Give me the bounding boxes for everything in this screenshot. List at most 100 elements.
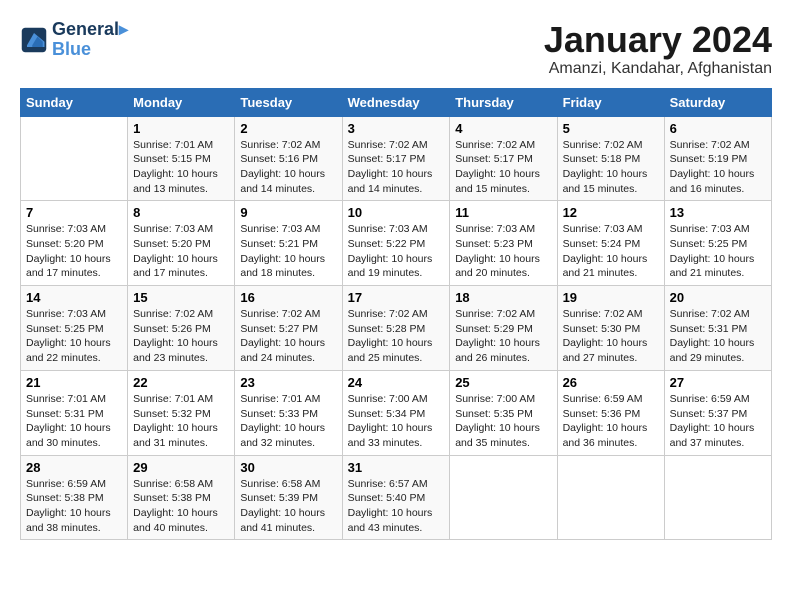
calendar-cell: 21Sunrise: 7:01 AM Sunset: 5:31 PM Dayli…: [21, 370, 128, 455]
day-info: Sunrise: 7:02 AM Sunset: 5:31 PM Dayligh…: [670, 307, 766, 366]
day-info: Sunrise: 7:02 AM Sunset: 5:29 PM Dayligh…: [455, 307, 551, 366]
calendar-cell: 17Sunrise: 7:02 AM Sunset: 5:28 PM Dayli…: [342, 286, 450, 371]
day-info: Sunrise: 7:03 AM Sunset: 5:24 PM Dayligh…: [563, 222, 659, 281]
week-row-5: 28 Sunrise: 6:59 AM Sunset: 5:38 PM Dayli…: [21, 455, 772, 540]
header-wednesday: Wednesday: [342, 88, 450, 116]
day-info: Sunrise: 7:03 AM Sunset: 5:22 PM Dayligh…: [348, 222, 445, 281]
day-number: 23: [240, 375, 336, 390]
day-info: Sunrise: 7:02 AM Sunset: 5:30 PM Dayligh…: [563, 307, 659, 366]
calendar-cell: 3Sunrise: 7:02 AM Sunset: 5:17 PM Daylig…: [342, 116, 450, 201]
calendar-cell: 29 Sunrise: 6:58 AM Sunset: 5:38 PM Dayli…: [128, 455, 235, 540]
day-info: Sunrise: 7:02 AM Sunset: 5:26 PM Dayligh…: [133, 307, 229, 366]
calendar-cell: 10 Sunrise: 7:03 AM Sunset: 5:22 PM Dayli…: [342, 201, 450, 286]
day-number: 19: [563, 290, 659, 305]
day-number: 14: [26, 290, 122, 305]
day-number: 12: [563, 205, 659, 220]
calendar-cell: [21, 116, 128, 201]
calendar-cell: 8Sunrise: 7:03 AM Sunset: 5:20 PM Daylig…: [128, 201, 235, 286]
calendar-cell: 31Sunrise: 6:57 AM Sunset: 5:40 PM Dayli…: [342, 455, 450, 540]
day-info: Sunrise: 6:59 AM Sunset: 5:36 PM Dayligh…: [563, 392, 659, 451]
header-sunday: Sunday: [21, 88, 128, 116]
calendar-cell: 22 Sunrise: 7:01 AM Sunset: 5:32 PM Dayli…: [128, 370, 235, 455]
day-info: Sunrise: 7:03 AM Sunset: 5:25 PM Dayligh…: [670, 222, 766, 281]
day-number: 8: [133, 205, 229, 220]
day-number: 18: [455, 290, 551, 305]
day-info: Sunrise: 7:02 AM Sunset: 5:17 PM Dayligh…: [455, 138, 551, 197]
day-info: Sunrise: 7:00 AM Sunset: 5:34 PM Dayligh…: [348, 392, 445, 451]
logo: General▸ Blue: [20, 20, 128, 60]
day-number: 5: [563, 121, 659, 136]
day-info: Sunrise: 7:03 AM Sunset: 5:23 PM Dayligh…: [455, 222, 551, 281]
logo-text: General▸ Blue: [52, 20, 128, 60]
calendar-cell: 30 Sunrise: 6:58 AM Sunset: 5:39 PM Dayli…: [235, 455, 342, 540]
day-number: 24: [348, 375, 445, 390]
day-info: Sunrise: 7:01 AM Sunset: 5:33 PM Dayligh…: [240, 392, 336, 451]
day-number: 16: [240, 290, 336, 305]
day-number: 11: [455, 205, 551, 220]
day-number: 4: [455, 121, 551, 136]
day-number: 15: [133, 290, 229, 305]
calendar-cell: 26 Sunrise: 6:59 AM Sunset: 5:36 PM Dayli…: [557, 370, 664, 455]
day-info: Sunrise: 7:03 AM Sunset: 5:20 PM Dayligh…: [26, 222, 122, 281]
day-info: Sunrise: 6:59 AM Sunset: 5:37 PM Dayligh…: [670, 392, 766, 451]
day-info: Sunrise: 6:58 AM Sunset: 5:38 PM Dayligh…: [133, 477, 229, 536]
day-number: 2: [240, 121, 336, 136]
day-number: 20: [670, 290, 766, 305]
day-info: Sunrise: 6:59 AM Sunset: 5:38 PM Dayligh…: [26, 477, 122, 536]
week-row-2: 7 Sunrise: 7:03 AM Sunset: 5:20 PM Daylig…: [21, 201, 772, 286]
day-number: 26: [563, 375, 659, 390]
day-info: Sunrise: 7:02 AM Sunset: 5:27 PM Dayligh…: [240, 307, 336, 366]
day-info: Sunrise: 7:02 AM Sunset: 5:19 PM Dayligh…: [670, 138, 766, 197]
day-number: 17: [348, 290, 445, 305]
page-header: General▸ Blue January 2024 Amanzi, Kanda…: [20, 20, 772, 78]
day-number: 25: [455, 375, 551, 390]
day-number: 6: [670, 121, 766, 136]
calendar-cell: 12 Sunrise: 7:03 AM Sunset: 5:24 PM Dayli…: [557, 201, 664, 286]
calendar-cell: [557, 455, 664, 540]
logo-icon: [20, 26, 48, 54]
calendar-cell: 20 Sunrise: 7:02 AM Sunset: 5:31 PM Dayli…: [664, 286, 771, 371]
calendar-cell: 23 Sunrise: 7:01 AM Sunset: 5:33 PM Dayli…: [235, 370, 342, 455]
day-number: 13: [670, 205, 766, 220]
day-number: 9: [240, 205, 336, 220]
day-info: Sunrise: 7:03 AM Sunset: 5:21 PM Dayligh…: [240, 222, 336, 281]
calendar-cell: 6 Sunrise: 7:02 AM Sunset: 5:19 PM Daylig…: [664, 116, 771, 201]
day-number: 29: [133, 460, 229, 475]
calendar-cell: 19 Sunrise: 7:02 AM Sunset: 5:30 PM Dayli…: [557, 286, 664, 371]
day-number: 1: [133, 121, 229, 136]
calendar-cell: 9 Sunrise: 7:03 AM Sunset: 5:21 PM Daylig…: [235, 201, 342, 286]
calendar-cell: 14 Sunrise: 7:03 AM Sunset: 5:25 PM Dayli…: [21, 286, 128, 371]
day-info: Sunrise: 6:58 AM Sunset: 5:39 PM Dayligh…: [240, 477, 336, 536]
calendar-subtitle: Amanzi, Kandahar, Afghanistan: [544, 60, 772, 78]
calendar-title: January 2024: [544, 20, 772, 60]
calendar-cell: 16 Sunrise: 7:02 AM Sunset: 5:27 PM Dayli…: [235, 286, 342, 371]
title-block: January 2024 Amanzi, Kandahar, Afghanist…: [544, 20, 772, 78]
day-info: Sunrise: 7:02 AM Sunset: 5:18 PM Dayligh…: [563, 138, 659, 197]
header-thursday: Thursday: [450, 88, 557, 116]
header-monday: Monday: [128, 88, 235, 116]
day-number: 10: [348, 205, 445, 220]
day-number: 31: [348, 460, 445, 475]
calendar-cell: 24 Sunrise: 7:00 AM Sunset: 5:34 PM Dayli…: [342, 370, 450, 455]
day-number: 22: [133, 375, 229, 390]
calendar-cell: 25Sunrise: 7:00 AM Sunset: 5:35 PM Dayli…: [450, 370, 557, 455]
header-saturday: Saturday: [664, 88, 771, 116]
day-info: Sunrise: 7:01 AM Sunset: 5:32 PM Dayligh…: [133, 392, 229, 451]
calendar-cell: [450, 455, 557, 540]
calendar-cell: 5 Sunrise: 7:02 AM Sunset: 5:18 PM Daylig…: [557, 116, 664, 201]
calendar-cell: 4 Sunrise: 7:02 AM Sunset: 5:17 PM Daylig…: [450, 116, 557, 201]
calendar-cell: 7 Sunrise: 7:03 AM Sunset: 5:20 PM Daylig…: [21, 201, 128, 286]
calendar-cell: 18 Sunrise: 7:02 AM Sunset: 5:29 PM Dayli…: [450, 286, 557, 371]
calendar-cell: 11 Sunrise: 7:03 AM Sunset: 5:23 PM Dayli…: [450, 201, 557, 286]
day-number: 27: [670, 375, 766, 390]
day-info: Sunrise: 7:03 AM Sunset: 5:25 PM Dayligh…: [26, 307, 122, 366]
day-number: 3: [348, 121, 445, 136]
week-row-3: 14 Sunrise: 7:03 AM Sunset: 5:25 PM Dayli…: [21, 286, 772, 371]
day-number: 28: [26, 460, 122, 475]
calendar-cell: 2Sunrise: 7:02 AM Sunset: 5:16 PM Daylig…: [235, 116, 342, 201]
calendar-cell: 28 Sunrise: 6:59 AM Sunset: 5:38 PM Dayli…: [21, 455, 128, 540]
day-number: 30: [240, 460, 336, 475]
header-friday: Friday: [557, 88, 664, 116]
day-number: 7: [26, 205, 122, 220]
calendar-cell: 15 Sunrise: 7:02 AM Sunset: 5:26 PM Dayli…: [128, 286, 235, 371]
